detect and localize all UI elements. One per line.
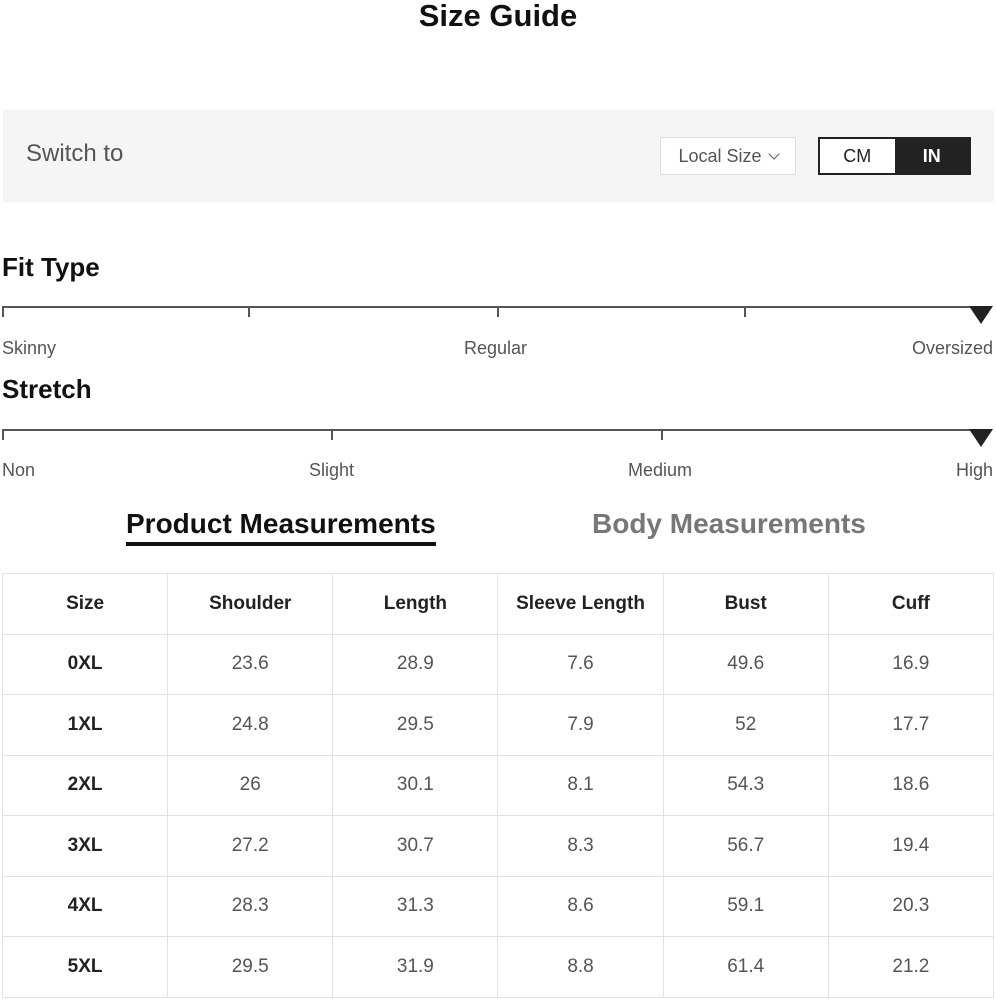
- table-cell: 59.1: [662, 875, 829, 937]
- tab-product-measurements[interactable]: Product Measurements: [126, 508, 436, 546]
- table-cell: 23.6: [167, 633, 334, 695]
- table-cell: 30.1: [332, 754, 499, 816]
- column-header: Length: [332, 573, 499, 635]
- table-row: 0XL 23.6 28.9 7.6 49.6 16.9: [1, 633, 995, 695]
- stretch-tick: [2, 429, 4, 440]
- table-cell: 29.5: [167, 936, 334, 998]
- chevron-down-icon: [767, 148, 780, 160]
- fit-type-label-oversized: Oversized: [911, 338, 993, 358]
- stretch-marker-icon: [969, 429, 993, 447]
- switch-to-label: Switch to: [26, 140, 124, 167]
- stretch-title: Stretch: [2, 374, 92, 404]
- size-cell: 2XL: [1, 754, 169, 816]
- page-title: Size Guide: [418, 0, 578, 33]
- table-cell: 16.9: [827, 633, 995, 695]
- stretch-tick: [661, 429, 663, 440]
- size-system-value: Local Size: [678, 145, 762, 166]
- table-cell: 24.8: [167, 694, 334, 756]
- unit-in-button[interactable]: IN: [894, 139, 969, 173]
- table-cell: 8.8: [497, 936, 664, 998]
- stretch-label-high: High: [955, 460, 993, 480]
- table-row: 1XL 24.8 29.5 7.9 52 17.7: [1, 694, 995, 756]
- size-cell: 4XL: [1, 875, 169, 937]
- table-cell: 29.5: [332, 694, 499, 756]
- fit-type-tick: [497, 306, 499, 317]
- table-row: 5XL 29.5 31.9 8.8 61.4 21.2: [1, 936, 995, 998]
- fit-type-marker-icon: [969, 306, 993, 324]
- table-row: 3XL 27.2 30.7 8.3 56.7 19.4: [1, 815, 995, 877]
- size-cell: 3XL: [1, 815, 169, 877]
- table-cell: 54.3: [662, 754, 829, 816]
- table-cell: 8.6: [497, 875, 664, 937]
- table-cell: 30.7: [332, 815, 499, 877]
- stretch-scale: [2, 429, 992, 431]
- table-cell: 20.3: [827, 875, 995, 937]
- fit-type-tick: [744, 306, 746, 317]
- size-cell: 5XL: [1, 936, 169, 998]
- table-cell: 7.6: [497, 633, 664, 695]
- table-cell: 26: [167, 754, 334, 816]
- fit-type-label-skinny: Skinny: [2, 338, 57, 358]
- fit-type-tick: [248, 306, 250, 317]
- table-header-row: Size Shoulder Length Sleeve Length Bust …: [1, 573, 995, 635]
- table-cell: 8.3: [497, 815, 664, 877]
- size-cell: 1XL: [1, 694, 169, 756]
- table-cell: 21.2: [827, 936, 995, 998]
- fit-type-label-regular: Regular: [464, 338, 528, 358]
- table-cell: 31.9: [332, 936, 499, 998]
- size-table: Size Shoulder Length Sleeve Length Bust …: [1, 573, 995, 998]
- tab-body-measurements[interactable]: Body Measurements: [592, 508, 866, 540]
- stretch-label-medium: Medium: [628, 460, 693, 480]
- table-cell: 31.3: [332, 875, 499, 937]
- table-cell: 56.7: [662, 815, 829, 877]
- table-cell: 49.6: [662, 633, 829, 695]
- size-cell: 0XL: [1, 633, 169, 695]
- column-header: Bust: [662, 573, 829, 635]
- unit-switch-bar: Switch to Local Size CM IN: [3, 110, 994, 202]
- unit-cm-button[interactable]: CM: [820, 139, 895, 173]
- unit-toggle: CM IN: [818, 137, 971, 175]
- size-system-dropdown[interactable]: Local Size: [660, 137, 796, 175]
- fit-type-tick: [2, 306, 4, 317]
- table-cell: 27.2: [167, 815, 334, 877]
- table-cell: 61.4: [662, 936, 829, 998]
- table-cell: 28.9: [332, 633, 499, 695]
- column-header: Size: [1, 573, 169, 635]
- column-header: Shoulder: [167, 573, 334, 635]
- fit-type-title: Fit Type: [2, 252, 100, 282]
- table-cell: 8.1: [497, 754, 664, 816]
- table-cell: 7.9: [497, 694, 664, 756]
- table-cell: 17.7: [827, 694, 995, 756]
- table-cell: 18.6: [827, 754, 995, 816]
- table-row: 2XL 26 30.1 8.1 54.3 18.6: [1, 754, 995, 816]
- column-header: Cuff: [827, 573, 995, 635]
- table-row: 4XL 28.3 31.3 8.6 59.1 20.3: [1, 875, 995, 937]
- stretch-label-non: Non: [2, 460, 36, 480]
- stretch-tick: [331, 429, 333, 440]
- stretch-label-slight: Slight: [309, 460, 355, 480]
- table-cell: 28.3: [167, 875, 334, 937]
- table-cell: 19.4: [827, 815, 995, 877]
- table-cell: 52: [662, 694, 829, 756]
- column-header: Sleeve Length: [497, 573, 664, 635]
